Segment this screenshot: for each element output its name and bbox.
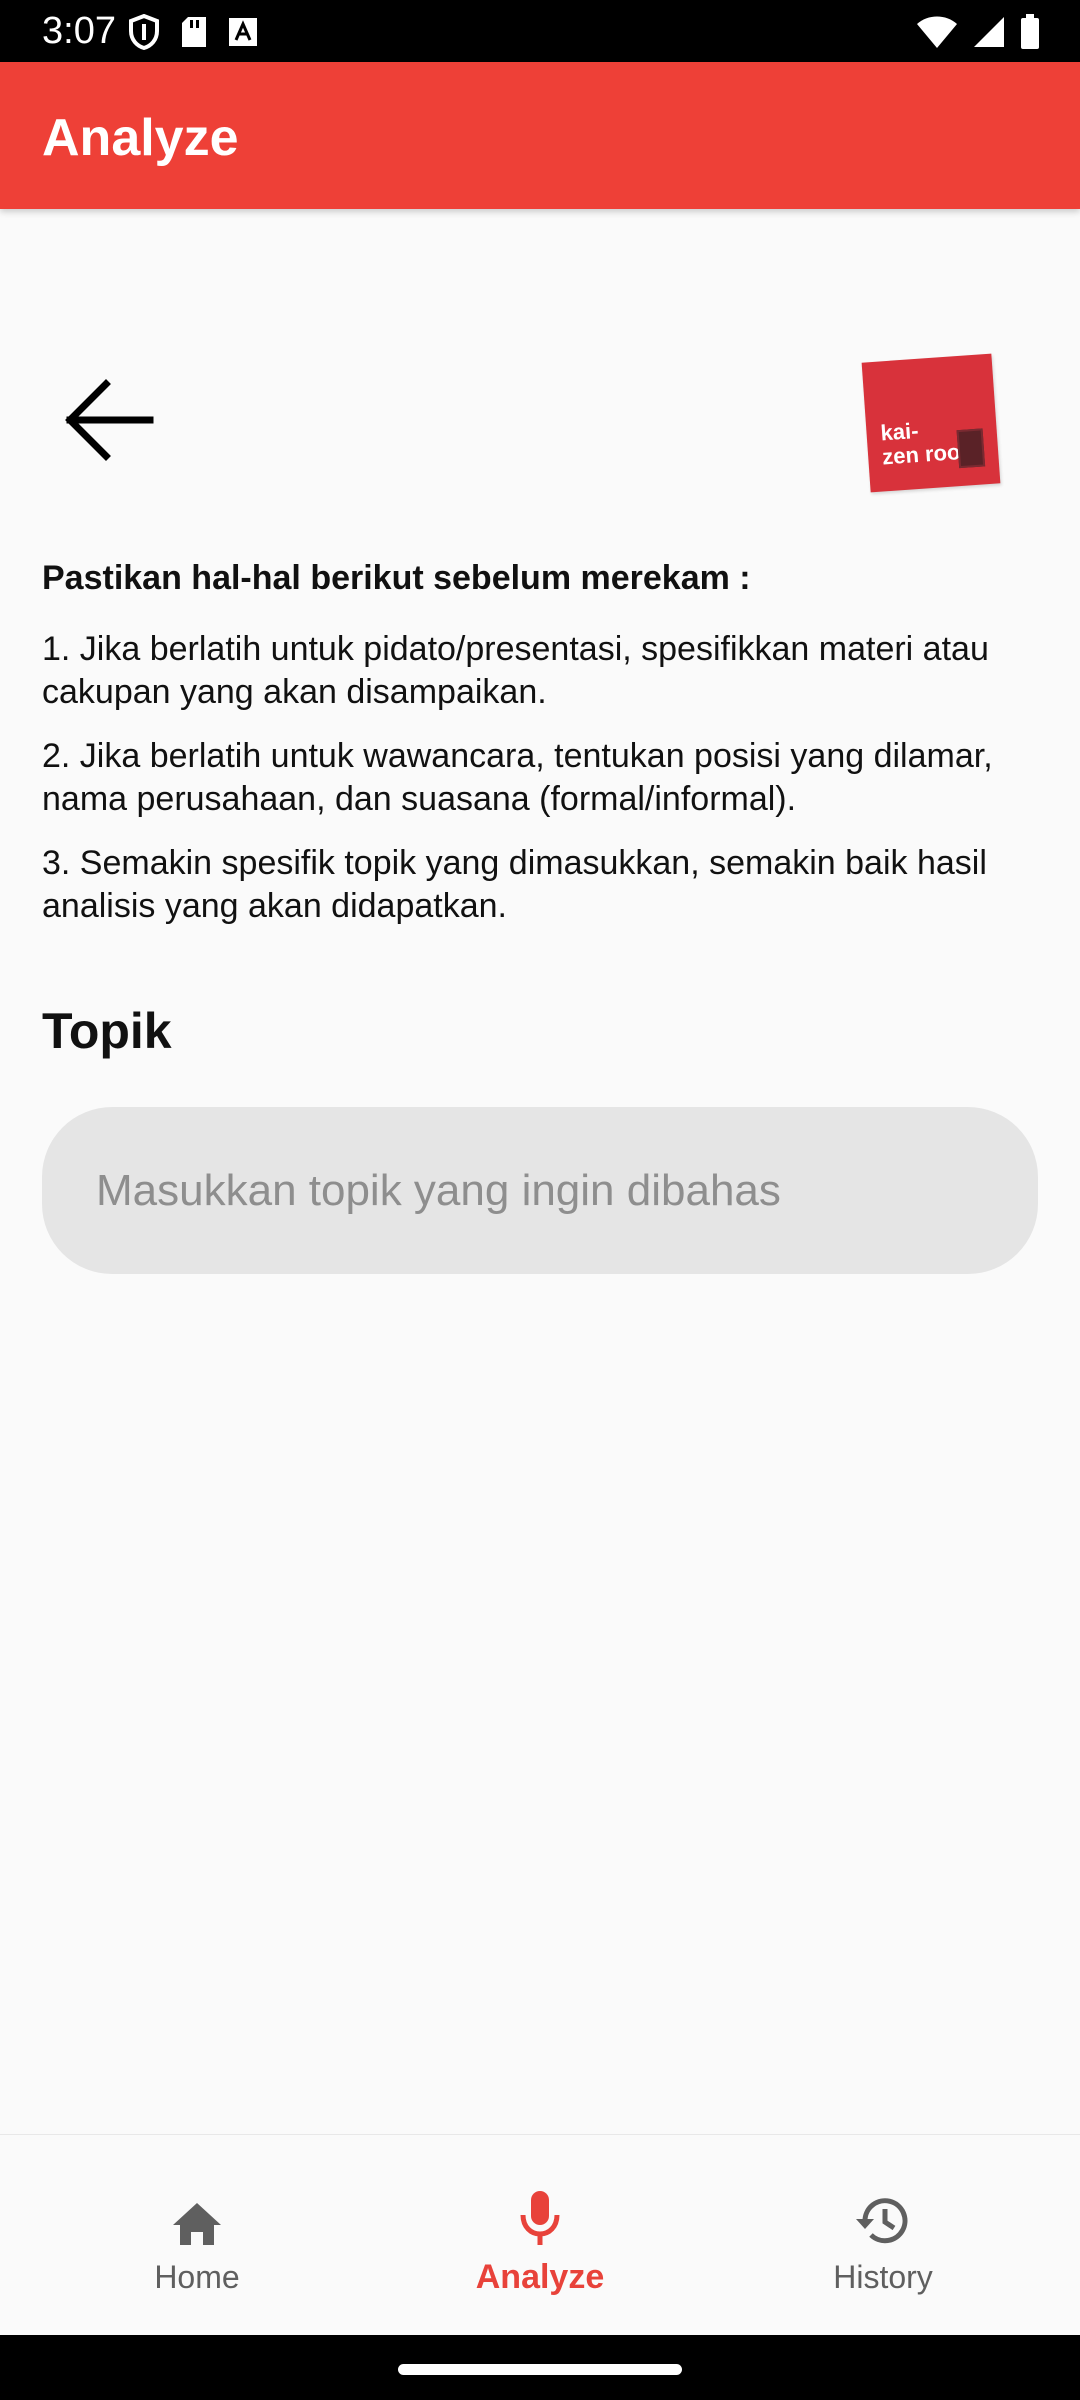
nav-label-home: Home [154,2259,240,2295]
kaizen-logo: kai- zen room [861,353,1001,493]
status-time: 3:07 [42,10,116,52]
instruction-item-2: 2. Jika berlatih untuk wawancara, tentuk… [42,737,993,818]
nav-item-history[interactable]: History [703,2135,1063,2336]
app-bar: Analyze [0,62,1080,209]
home-icon [171,2183,223,2247]
microphone-icon [518,2183,562,2247]
door-icon [956,428,986,469]
nav-item-analyze[interactable]: Analyze [360,2135,720,2336]
arrow-left-icon [62,374,154,471]
status-right-icons [916,12,1040,52]
signal-icon [972,15,1006,49]
bottom-navigation: Home Analyze History [0,2134,1080,2336]
battery-icon [1020,14,1040,50]
nav-label-history: History [833,2259,933,2295]
sd-card-icon [180,15,208,49]
status-left-icons [128,12,258,52]
shield-icon [128,14,160,50]
status-bar: 3:07 [0,0,1080,62]
instruction-item-3: 3. Semakin spesifik topik yang dimasukka… [42,844,987,925]
instructions-title: Pastikan hal-hal berikut sebelum merekam… [42,559,751,597]
topic-heading: Topik [42,1003,172,1059]
wifi-icon [916,15,958,49]
history-icon [854,2183,912,2247]
nav-item-home[interactable]: Home [17,2135,377,2336]
page-title: Analyze [42,109,239,167]
font-a-icon [228,17,258,47]
topic-input[interactable] [42,1107,1038,1274]
instruction-item-1: 1. Jika berlatih untuk pidato/presentasi… [42,630,989,711]
gesture-handle[interactable] [398,2364,682,2375]
back-button[interactable] [50,360,165,485]
nav-label-analyze: Analyze [475,2258,605,2296]
